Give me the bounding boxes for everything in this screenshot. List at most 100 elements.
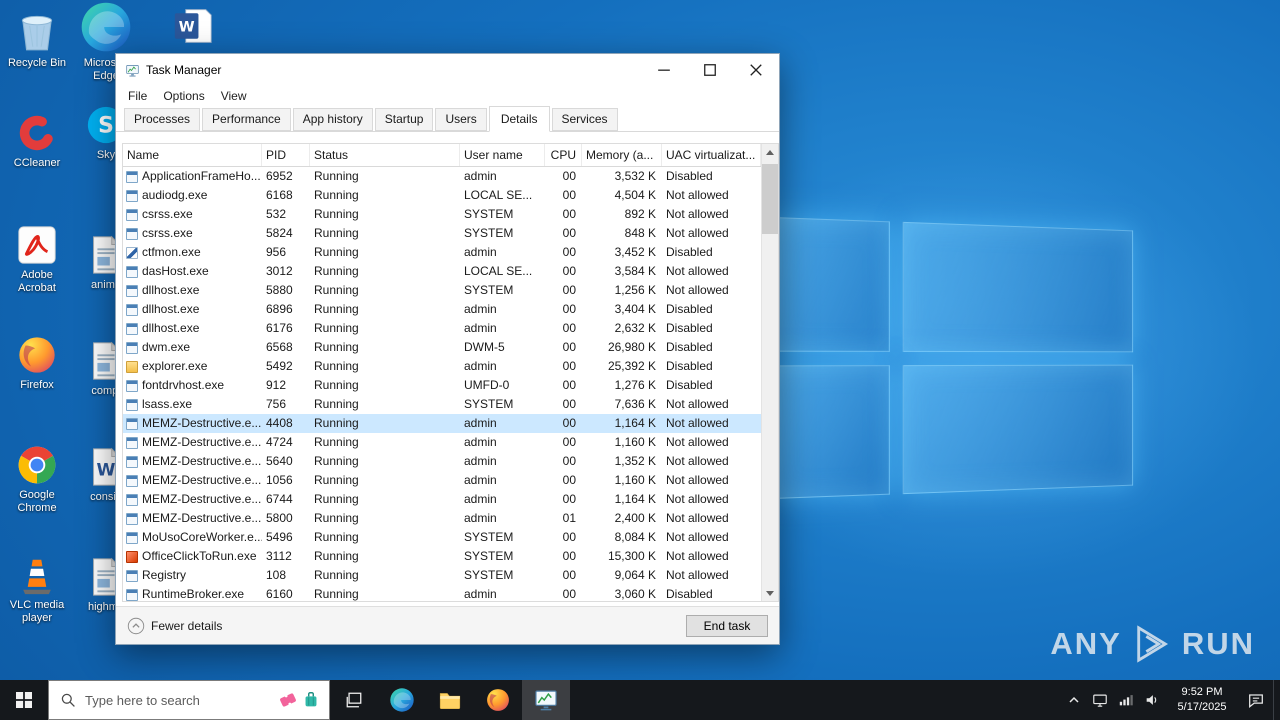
cell-uac: Not allowed [666, 568, 729, 582]
process-row-memz-destructive-e-5640[interactable]: MEMZ-Destructive.e... 5640 Running admin 00 1… [123, 452, 761, 471]
process-row-registry-108[interactable]: Registry 108 Running SYSTEM 00 9,064 K Not all… [123, 566, 761, 585]
cell-cpu: 00 [562, 226, 576, 240]
cell-user: admin [464, 169, 497, 183]
process-icon [126, 208, 138, 221]
process-icon [126, 550, 138, 563]
minimize-button[interactable] [641, 54, 687, 86]
cell-pid: 5492 [266, 359, 293, 373]
column-header-name[interactable]: Name [123, 144, 262, 166]
clock-time: 9:52 PM [1181, 686, 1223, 699]
process-row-dllhost-exe-5880[interactable]: dllhost.exe 5880 Running SYSTEM 00 1,256 K Not… [123, 281, 761, 300]
show-desktop-button[interactable] [1273, 680, 1280, 720]
close-icon [749, 63, 763, 77]
close-button[interactable] [733, 54, 779, 86]
cell-uac: Not allowed [666, 549, 729, 563]
process-row-memz-destructive-e-4408[interactable]: MEMZ-Destructive.e... 4408 Running admin 00 1… [123, 414, 761, 433]
column-header-user[interactable]: User name [460, 144, 545, 166]
column-header-uac[interactable]: UAC virtualizat... [662, 144, 761, 166]
process-row-memz-destructive-e-4724[interactable]: MEMZ-Destructive.e... 4724 Running admin 00 1… [123, 433, 761, 452]
tray-expand-button[interactable] [1061, 680, 1087, 720]
tray-network-button[interactable] [1113, 680, 1139, 720]
process-row-lsass-exe-756[interactable]: lsass.exe 756 Running SYSTEM 00 7,636 K Not al… [123, 395, 761, 414]
desktop-icon-vlc-media-player[interactable]: VLC media player [6, 554, 68, 625]
menu-view[interactable]: View [213, 87, 255, 105]
tray-clock[interactable]: 9:52 PM 5/17/2025 [1165, 685, 1239, 715]
process-icon [126, 531, 138, 544]
taskbar-file-explorer-button[interactable] [426, 680, 474, 720]
process-row-mousocoreworker-e-5496[interactable]: MoUsoCoreWorker.e... 5496 Running SYSTEM 00 8… [123, 528, 761, 547]
cell-memory: 15,300 K [607, 549, 656, 563]
process-name: csrss.exe [142, 207, 193, 221]
taskbar-search[interactable]: Type here to search [48, 680, 330, 720]
desktop: Recycle Bin CCleaner Adobe Acrobat Firefox G… [0, 0, 1280, 720]
cell-user: SYSTEM [464, 568, 514, 582]
process-icon [126, 379, 138, 392]
menu-options[interactable]: Options [155, 87, 212, 105]
process-row-explorer-exe-5492[interactable]: explorer.exe 5492 Running admin 00 25,392 K Di… [123, 357, 761, 376]
tab-app-history[interactable]: App history [292, 108, 373, 131]
process-row-dashost-exe-3012[interactable]: dasHost.exe 3012 Running LOCAL SE... 00 3,584… [123, 262, 761, 281]
fewer-details-toggle[interactable]: Fewer details [127, 617, 222, 635]
task-view-button[interactable] [330, 680, 378, 720]
desktop-icon-firefox[interactable]: Firefox [6, 334, 68, 392]
desktop-icon-recycle-bin[interactable]: Recycle Bin [6, 8, 68, 70]
desktop-icon-adobe-acrobat[interactable]: Adobe Acrobat [6, 224, 68, 295]
cell-user: LOCAL SE... [464, 188, 533, 202]
process-row-csrss-exe-5824[interactable]: csrss.exe 5824 Running SYSTEM 00 848 K Not all… [123, 224, 761, 243]
taskbar-firefox-button[interactable] [474, 680, 522, 720]
process-row-fontdrvhost-exe-912[interactable]: fontdrvhost.exe 912 Running UMFD-0 00 1,276 K… [123, 376, 761, 395]
process-row-memz-destructive-e-1056[interactable]: MEMZ-Destructive.e... 1056 Running admin 00 1… [123, 471, 761, 490]
tab-services[interactable]: Services [551, 108, 618, 131]
end-task-button[interactable]: End task [686, 614, 768, 637]
process-row-memz-destructive-e-5800[interactable]: MEMZ-Destructive.e... 5800 Running admin 01 2… [123, 509, 761, 528]
tab-users[interactable]: Users [435, 108, 487, 131]
title-bar[interactable]: Task Manager [116, 54, 779, 86]
column-header-pid[interactable]: PID [262, 144, 310, 166]
search-decor [278, 690, 321, 710]
process-row-applicationframeho-6952[interactable]: ApplicationFrameHo... 6952 Running admin 00 3… [123, 167, 761, 186]
tab-startup[interactable]: Startup [374, 108, 434, 131]
table-header: Name PID Status User name CPU Memory (a... UAC… [123, 144, 761, 167]
action-center-button[interactable] [1239, 680, 1273, 720]
tab-performance[interactable]: Performance [202, 108, 291, 131]
process-row-dllhost-exe-6896[interactable]: dllhost.exe 6896 Running admin 00 3,404 K Disa… [123, 300, 761, 319]
tab-details[interactable]: Details [488, 106, 550, 132]
desktop-icon-word[interactable]: W [162, 6, 224, 46]
process-row-runtimebroker-exe-6160[interactable]: RuntimeBroker.exe 6160 Running admin 00 3,060… [123, 585, 761, 601]
column-header-memory[interactable]: Memory (a... [582, 144, 662, 166]
process-icon [126, 303, 138, 316]
process-row-dwm-exe-6568[interactable]: dwm.exe 6568 Running DWM-5 00 26,980 K Disable… [123, 338, 761, 357]
tray-monitor-button[interactable] [1087, 680, 1113, 720]
desktop-icon-ccleaner[interactable]: CCleaner [6, 112, 68, 170]
process-row-csrss-exe-532[interactable]: csrss.exe 532 Running SYSTEM 00 892 K Not allo… [123, 205, 761, 224]
process-row-audiodg-exe-6168[interactable]: audiodg.exe 6168 Running LOCAL SE... 00 4,504… [123, 186, 761, 205]
desktop-icon-google-chrome[interactable]: Google Chrome [6, 444, 68, 515]
scrollbar-thumb[interactable] [762, 164, 778, 234]
column-header-cpu[interactable]: CPU [545, 144, 582, 166]
desktop-icon-label: Recycle Bin [7, 57, 67, 69]
scroll-down-button[interactable] [762, 584, 778, 601]
window-title: Task Manager [146, 63, 222, 77]
cell-memory: 1,352 K [614, 454, 656, 468]
scrollbar[interactable] [761, 144, 778, 601]
cell-user: DWM-5 [464, 340, 505, 354]
scroll-up-button[interactable] [762, 144, 778, 161]
menu-file[interactable]: File [120, 87, 155, 105]
taskbar-task-manager-button[interactable] [522, 680, 570, 720]
process-row-ctfmon-exe-956[interactable]: ctfmon.exe 956 Running admin 00 3,452 K Disabl… [123, 243, 761, 262]
process-row-officeclicktorun-exe-3112[interactable]: OfficeClickToRun.exe 3112 Running SYSTEM 00 1… [123, 547, 761, 566]
process-row-dllhost-exe-6176[interactable]: dllhost.exe 6176 Running admin 00 2,632 K Disa… [123, 319, 761, 338]
maximize-button[interactable] [687, 54, 733, 86]
start-button[interactable] [0, 680, 48, 720]
process-row-memz-destructive-e-6744[interactable]: MEMZ-Destructive.e... 6744 Running admin 00 1… [123, 490, 761, 509]
cell-pid: 6896 [266, 302, 293, 316]
taskbar-edge-button[interactable] [378, 680, 426, 720]
column-header-status[interactable]: Status [310, 144, 460, 166]
cell-cpu: 00 [562, 245, 576, 259]
cell-uac: Not allowed [666, 226, 729, 240]
tray-volume-button[interactable] [1139, 680, 1165, 720]
tab-processes[interactable]: Processes [124, 108, 201, 131]
cell-pid: 108 [266, 568, 287, 582]
cell-cpu: 00 [562, 397, 576, 411]
process-icon [126, 341, 138, 354]
